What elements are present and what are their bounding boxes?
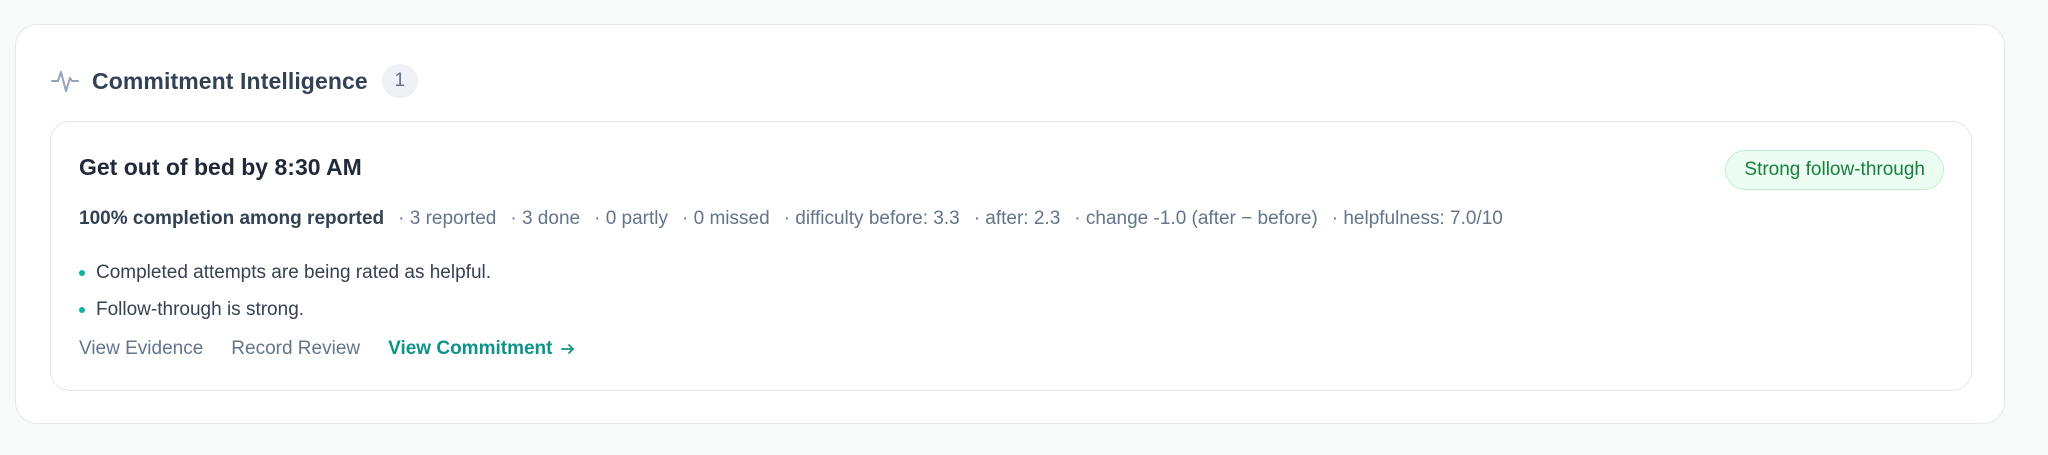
list-item: Follow-through is strong. xyxy=(79,291,491,328)
arrow-right-icon xyxy=(560,341,576,357)
commitment-card: Get out of bed by 8:30 AM Strong follow-… xyxy=(50,121,1972,391)
card-actions: View Evidence Record Review View Commitm… xyxy=(79,338,576,360)
view-evidence-button[interactable]: View Evidence xyxy=(79,338,203,360)
insight-text: Follow-through is strong. xyxy=(96,298,305,320)
list-item: Completed attempts are being rated as he… xyxy=(79,254,491,291)
metrics-row: 100% completion among reported · 3 repor… xyxy=(79,208,1517,230)
record-review-button[interactable]: Record Review xyxy=(231,338,360,360)
panel-header: Commitment Intelligence 1 xyxy=(50,59,418,103)
status-badge: Strong follow-through xyxy=(1725,150,1944,190)
commitment-intelligence-panel: Commitment Intelligence 1 Get out of bed… xyxy=(15,24,2005,424)
metric-partly: · 0 partly xyxy=(594,208,669,229)
metric-difficulty-after: · after: 2.3 xyxy=(973,208,1061,229)
panel-title: Commitment Intelligence xyxy=(92,67,368,94)
commitment-title: Get out of bed by 8:30 AM xyxy=(79,154,362,180)
metric-reported: · 3 reported xyxy=(398,208,497,229)
metric-change: · change -1.0 (after − before) xyxy=(1074,208,1318,229)
activity-pulse-icon xyxy=(50,66,80,96)
view-commitment-label: View Commitment xyxy=(388,338,553,359)
count-badge: 1 xyxy=(381,64,418,98)
metric-missed: · 0 missed xyxy=(682,208,770,229)
metric-done: · 3 done xyxy=(510,208,581,229)
insight-text: Completed attempts are being rated as he… xyxy=(96,261,492,283)
completion-metric: 100% completion among reported xyxy=(79,208,385,229)
insight-list: Completed attempts are being rated as he… xyxy=(79,254,491,328)
metric-helpfulness: · helpfulness: 7.0/10 xyxy=(1331,208,1503,229)
bullet-dot-icon xyxy=(79,306,85,313)
view-commitment-button[interactable]: View Commitment xyxy=(388,338,576,360)
bullet-dot-icon xyxy=(79,269,85,276)
metric-difficulty-before: · difficulty before: 3.3 xyxy=(783,208,960,229)
